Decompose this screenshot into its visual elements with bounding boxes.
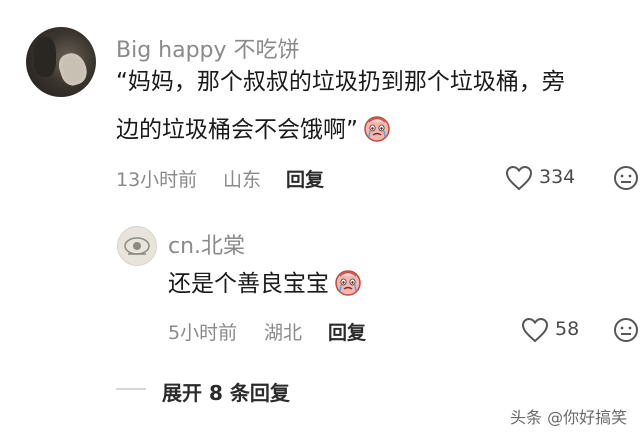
reply-text: 还是个善良宝宝 xyxy=(168,271,329,297)
comment-like-count: 334 xyxy=(539,166,576,188)
avatar-figure xyxy=(55,49,91,89)
reply-text-wrap: 还是个善良宝宝 xyxy=(168,264,363,304)
reply-location: 湖北 xyxy=(264,322,303,344)
expand-replies-button[interactable]: 展开 8 条回复 xyxy=(162,377,290,406)
dislike-face-icon[interactable] xyxy=(612,317,640,343)
expand-divider xyxy=(116,388,146,390)
crying-face-icon xyxy=(335,270,361,296)
reply-reply-button[interactable]: 回复 xyxy=(328,318,366,345)
reply-time: 5小时前 xyxy=(168,322,238,344)
heart-icon[interactable] xyxy=(505,165,533,191)
heart-icon[interactable] xyxy=(521,317,549,343)
comment-text-line2-wrap: 边的垃圾桶会不会饿啊” xyxy=(116,110,392,150)
crying-face-icon xyxy=(364,116,390,142)
avatar[interactable] xyxy=(26,27,96,97)
comment-reply-button[interactable]: 回复 xyxy=(286,165,324,192)
comment-location: 山东 xyxy=(223,169,262,191)
comment-text-line1: “妈妈，那个叔叔的垃圾扔到那个垃圾桶，旁 xyxy=(116,69,565,95)
avatar-shadow xyxy=(34,37,56,77)
reply-avatar[interactable] xyxy=(117,226,157,266)
comment-username[interactable]: Big happy 不吃饼 xyxy=(116,32,300,64)
comment-text-line2: 边的垃圾桶会不会饿啊” xyxy=(116,117,358,143)
reply-like-count: 58 xyxy=(555,318,580,340)
dislike-face-icon[interactable] xyxy=(612,165,640,191)
comment-time: 13小时前 xyxy=(116,169,198,191)
avatar-emblem-icon xyxy=(124,237,150,255)
watermark: 头条 @你好搞笑 xyxy=(510,408,628,427)
reply-username[interactable]: cn.北棠 xyxy=(168,228,245,260)
